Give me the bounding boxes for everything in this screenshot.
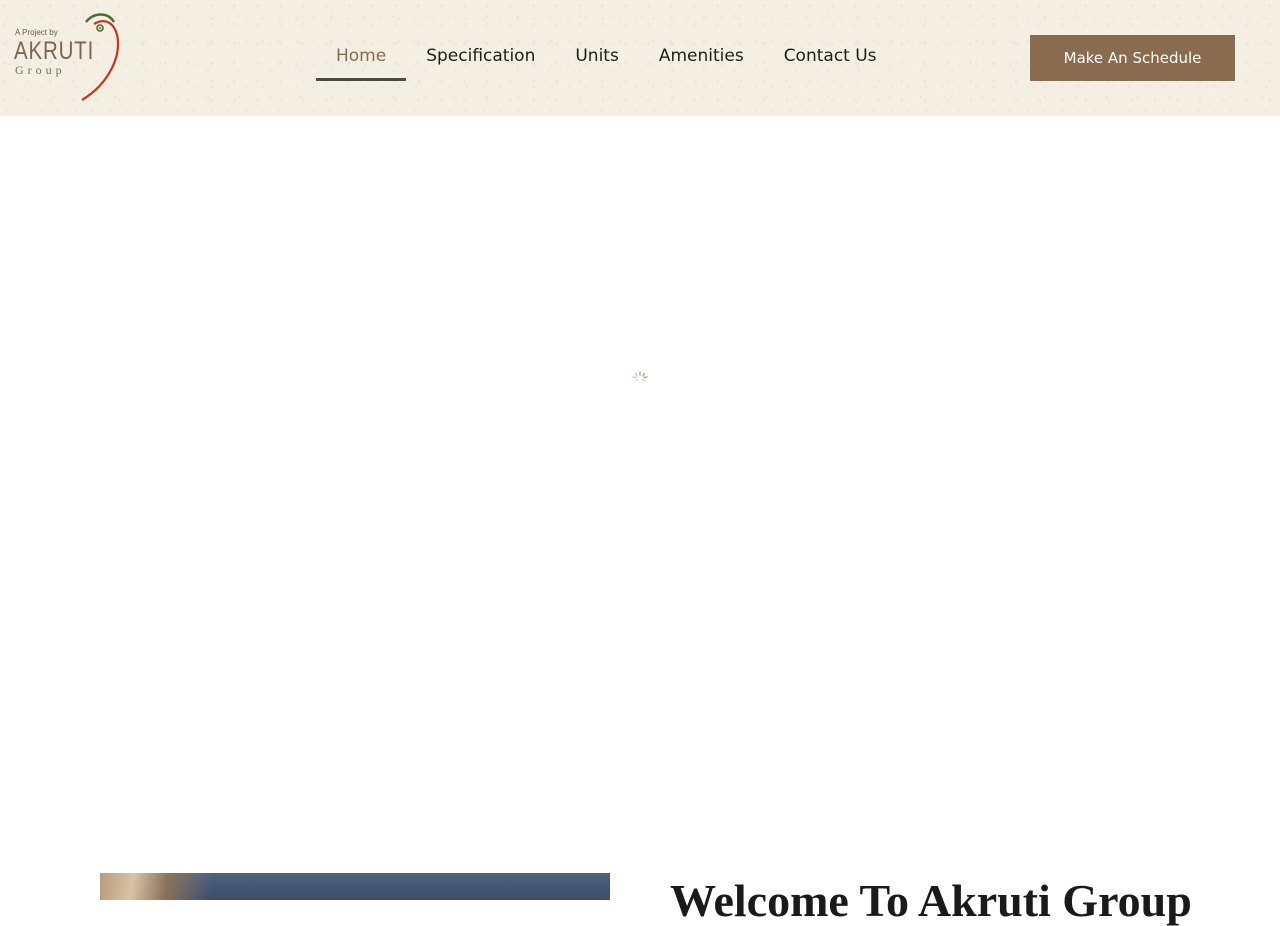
- site-header: A Project by AKRUTI Group Home Specifica…: [0, 0, 1280, 116]
- welcome-heading: Welcome To Akruti Group: [670, 875, 1192, 926]
- nav-item-contact-us[interactable]: Contact Us: [764, 34, 897, 81]
- main-nav: Home Specification Units Amenities Conta…: [316, 34, 897, 82]
- building-facade: [100, 873, 210, 900]
- logo-tagline: A Project by: [15, 28, 58, 37]
- nav-item-units[interactable]: Units: [555, 34, 638, 81]
- nav-item-amenities[interactable]: Amenities: [639, 34, 764, 81]
- loading-indicator: [617, 365, 663, 391]
- building-photo: [100, 873, 610, 900]
- make-an-schedule-button[interactable]: Make An Schedule: [1030, 35, 1235, 81]
- akruti-group-logo[interactable]: A Project by AKRUTI Group: [14, 10, 124, 102]
- logo-name: AKRUTI: [14, 37, 95, 65]
- logo-group-text: Group: [15, 63, 66, 77]
- spinner-icon: [632, 371, 648, 382]
- nav-item-specification[interactable]: Specification: [406, 34, 555, 81]
- nav-item-home[interactable]: Home: [316, 34, 407, 81]
